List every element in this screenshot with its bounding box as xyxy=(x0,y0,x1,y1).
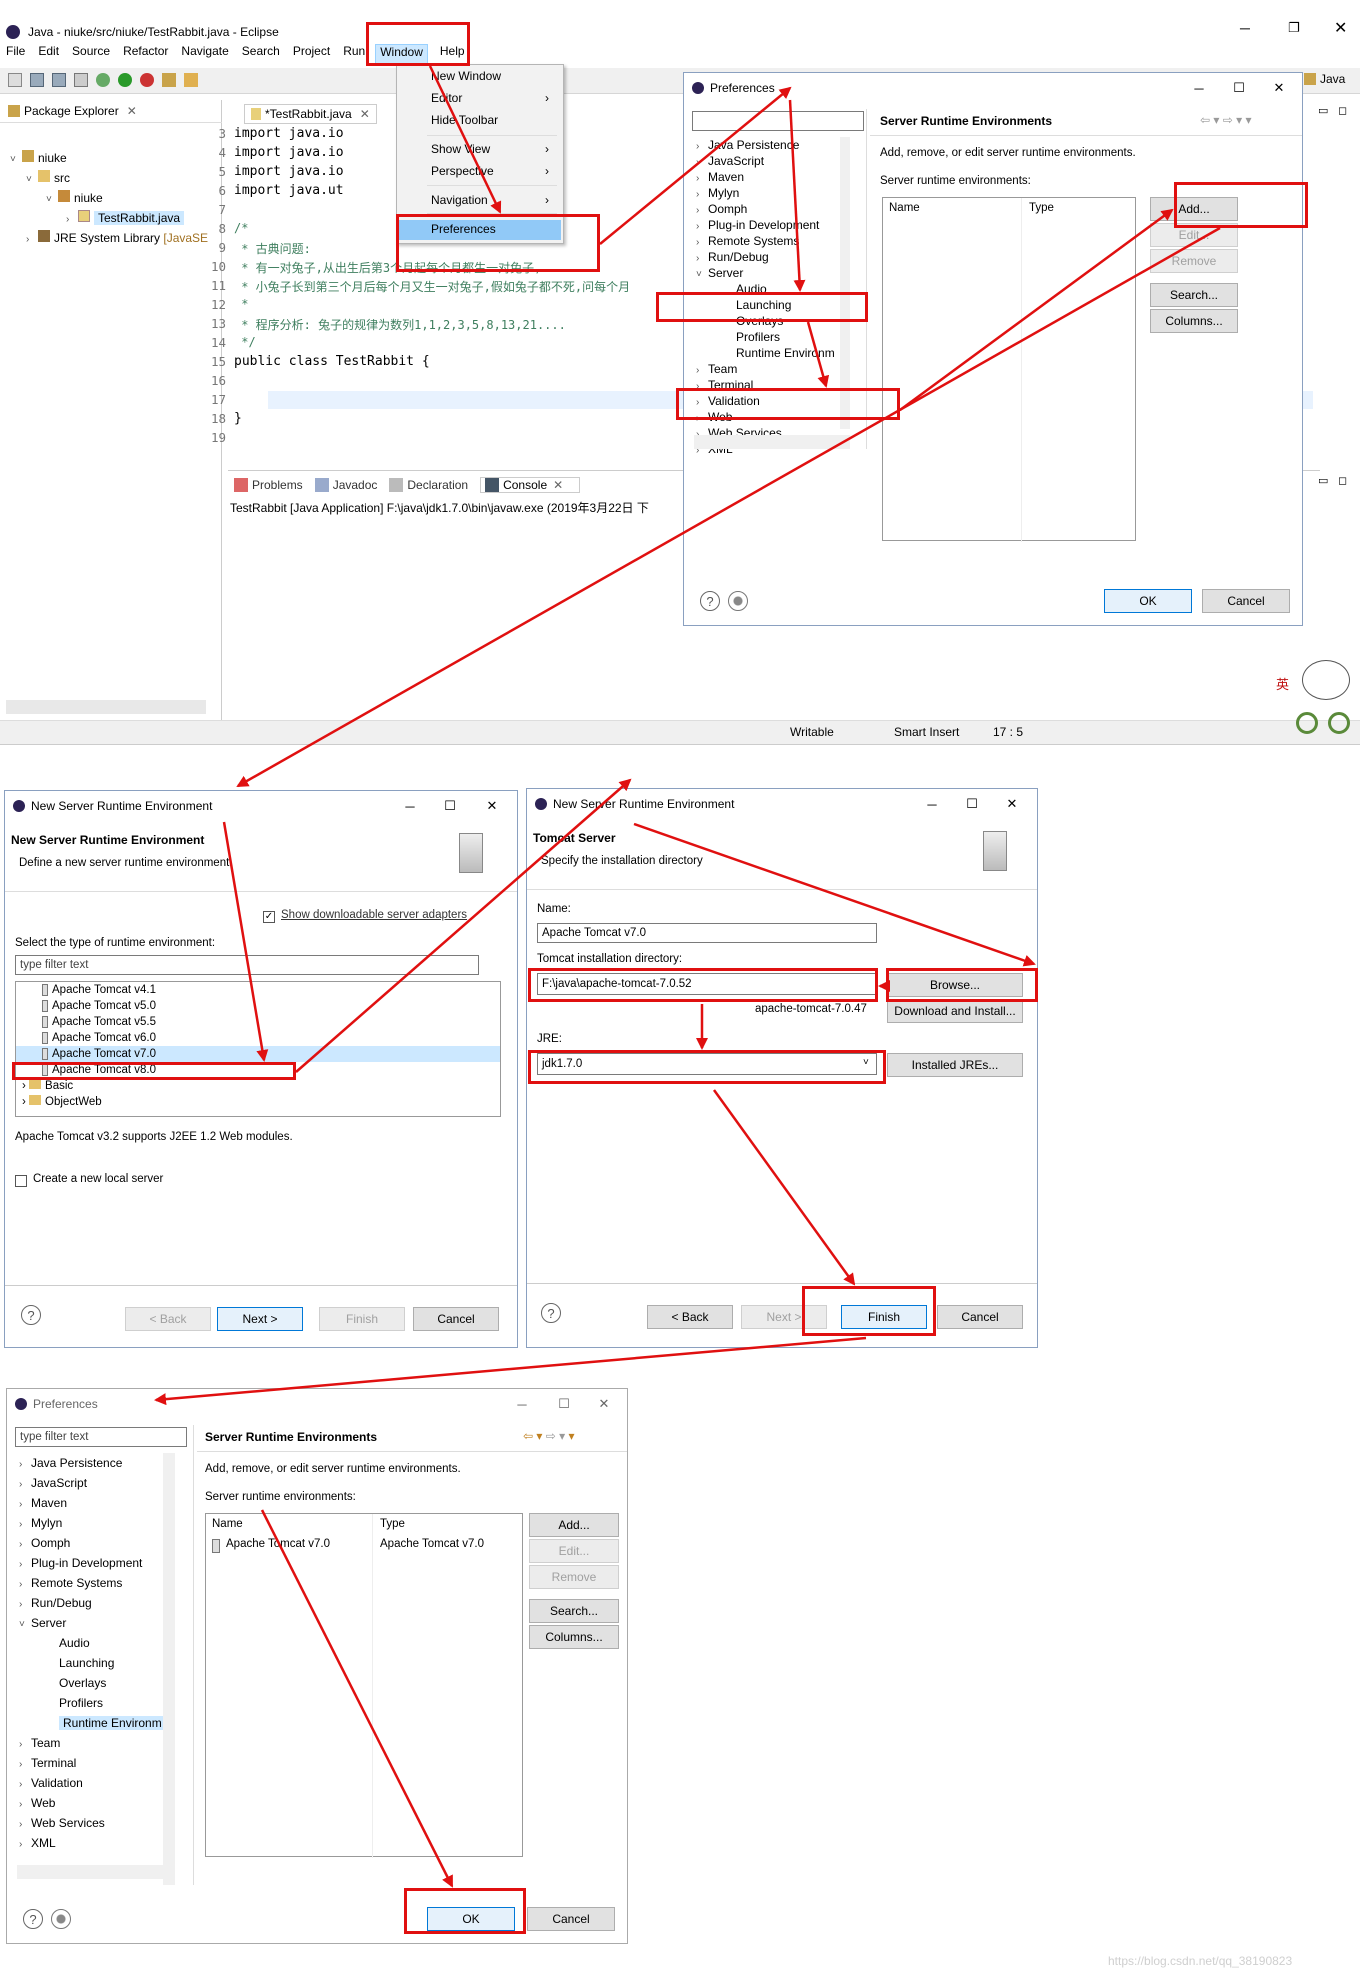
arrow xyxy=(428,65,502,214)
arrow xyxy=(154,1336,867,1406)
arrow xyxy=(295,778,632,1073)
arrow xyxy=(599,86,792,245)
arrow xyxy=(899,208,1174,412)
arrow xyxy=(806,321,830,388)
arrow xyxy=(712,1089,856,1286)
annotation-arrows xyxy=(154,65,1221,1888)
arrow xyxy=(236,226,1221,788)
arrow xyxy=(222,821,269,1062)
watermark: https://blog.csdn.net/qq_38190823 xyxy=(1108,1954,1293,1968)
arrow xyxy=(788,99,806,292)
arrow xyxy=(633,822,1036,967)
arrow xyxy=(260,1509,454,1888)
